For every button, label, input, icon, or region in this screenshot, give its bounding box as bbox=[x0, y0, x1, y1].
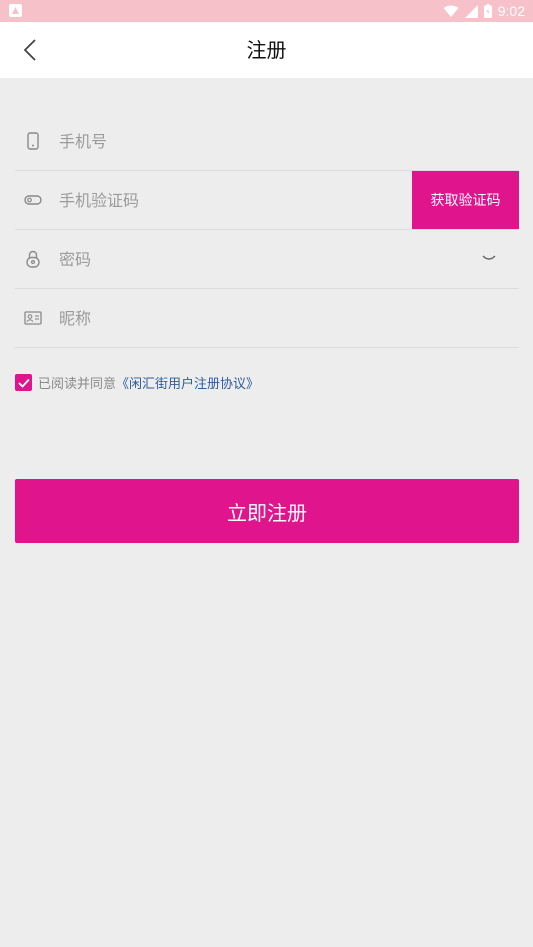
id-card-icon bbox=[23, 308, 43, 328]
register-form: 获取验证码 bbox=[15, 112, 519, 348]
eye-closed-icon[interactable] bbox=[481, 250, 497, 266]
nickname-row bbox=[15, 289, 519, 348]
status-time: 9:02 bbox=[497, 3, 525, 19]
notification-app-icon bbox=[9, 4, 22, 17]
cellular-signal-icon bbox=[464, 4, 478, 18]
status-indicators: 9:02 bbox=[443, 0, 525, 22]
status-bar: 9:02 bbox=[0, 0, 533, 22]
nickname-input[interactable] bbox=[59, 289, 519, 347]
agreement-text: 已阅读并同意 bbox=[38, 377, 117, 392]
checkmark-icon bbox=[17, 378, 30, 388]
back-button[interactable] bbox=[14, 34, 46, 66]
page-title: 注册 bbox=[246, 38, 287, 62]
lock-icon bbox=[23, 249, 43, 269]
register-button[interactable]: 立即注册 bbox=[15, 479, 519, 543]
sms-code-row: 获取验证码 bbox=[15, 171, 519, 230]
agreement-row: 已阅读并同意 《闲汇街用户注册协议》 bbox=[15, 373, 259, 392]
password-input[interactable] bbox=[59, 230, 519, 288]
phone-row bbox=[15, 112, 519, 171]
get-code-button[interactable]: 获取验证码 bbox=[412, 171, 519, 229]
agreement-link[interactable]: 《闲汇街用户注册协议》 bbox=[116, 373, 259, 392]
chevron-left-icon bbox=[23, 39, 36, 61]
password-row bbox=[15, 230, 519, 289]
phone-icon bbox=[23, 131, 43, 151]
battery-icon bbox=[483, 4, 492, 18]
phone-input[interactable] bbox=[59, 112, 519, 170]
app-bar: 注册 bbox=[0, 22, 533, 78]
agreement-checkbox[interactable] bbox=[15, 374, 32, 391]
key-icon bbox=[23, 190, 43, 210]
wifi-icon bbox=[443, 5, 459, 17]
